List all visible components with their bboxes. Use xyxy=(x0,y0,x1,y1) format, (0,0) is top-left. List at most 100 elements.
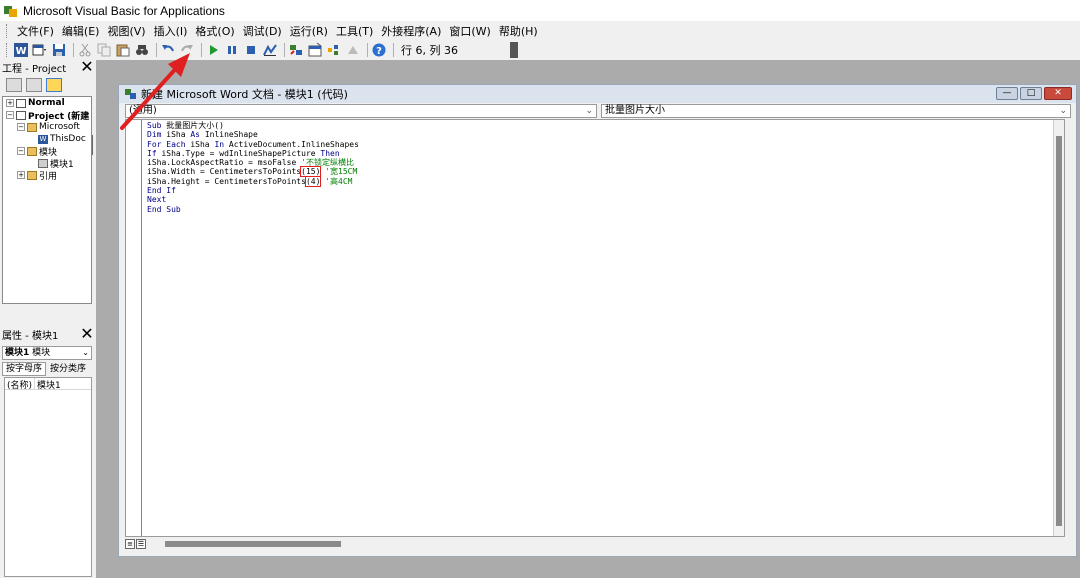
project-explorer-icon[interactable] xyxy=(288,42,304,58)
collapse-icon[interactable]: − xyxy=(6,111,14,119)
maximize-button[interactable]: □ xyxy=(1020,87,1042,100)
full-module-view-icon[interactable]: ☰ xyxy=(136,539,146,549)
expand-icon[interactable]: + xyxy=(6,99,14,107)
tab-categorized[interactable]: 按分类序 xyxy=(46,362,90,376)
code-editor[interactable]: Sub 批量图片大小() Dim iSha As InlineShape For E… xyxy=(125,119,1065,537)
insert-module-icon[interactable] xyxy=(32,42,48,58)
toolbar-separator xyxy=(201,42,202,57)
word-document-icon: W xyxy=(38,134,48,144)
menu-bar: 文件(F) 编辑(E) 视图(V) 插入(I) 格式(O) 调试(D) 运行(R… xyxy=(0,21,1080,40)
menu-help[interactable]: 帮助(H) xyxy=(495,23,542,39)
code-keyword: In xyxy=(214,139,225,149)
tree-item[interactable]: − 模块 xyxy=(3,145,91,158)
procedure-combo[interactable]: 批量图片大小 ⌄ xyxy=(601,104,1071,118)
toolbar-overflow-handle[interactable] xyxy=(510,42,518,58)
svg-text:W: W xyxy=(15,46,26,57)
tree-item[interactable]: − Microsoft xyxy=(3,121,91,133)
code-keyword: If xyxy=(147,148,157,158)
collapse-icon[interactable]: − xyxy=(17,123,25,131)
code-line[interactable]: End If xyxy=(147,186,359,195)
svg-text:?: ? xyxy=(376,46,382,57)
menu-format[interactable]: 格式(O) xyxy=(191,23,238,39)
chevron-down-icon: ⌄ xyxy=(1059,106,1067,116)
tree-item[interactable]: − Project (新建 xyxy=(3,109,91,122)
tree-item[interactable]: + 引用 xyxy=(3,169,91,182)
design-mode-icon[interactable] xyxy=(262,42,278,58)
tree-item[interactable]: W ThisDoc xyxy=(3,133,91,145)
code-window-titlebar: 新建 Microsoft Word 文档 - 模块1 (代码) — □ ✕ xyxy=(119,85,1076,103)
code-comment: '高4CM xyxy=(325,176,353,186)
margin-indicator-bar[interactable] xyxy=(126,120,142,536)
tree-item-label: Normal xyxy=(28,98,65,108)
project-panel-toolbar xyxy=(0,75,94,95)
module-icon xyxy=(38,158,48,168)
menu-tools[interactable]: 工具(T) xyxy=(332,23,377,39)
properties-panel-close-button[interactable]: ✕ xyxy=(80,326,94,342)
copy-icon[interactable] xyxy=(96,42,112,58)
code-line[interactable]: Dim iSha As InlineShape xyxy=(147,130,359,139)
break-icon[interactable] xyxy=(224,42,240,58)
vba-app-icon xyxy=(4,4,18,18)
find-icon[interactable] xyxy=(134,42,150,58)
menu-file[interactable]: 文件(F) xyxy=(13,23,58,39)
expand-icon[interactable]: + xyxy=(17,171,25,179)
code-text[interactable]: Sub 批量图片大小() Dim iSha As InlineShape For E… xyxy=(147,121,359,214)
help-icon[interactable]: ? xyxy=(371,42,387,58)
cut-icon[interactable] xyxy=(77,42,93,58)
toolbox-icon[interactable] xyxy=(345,42,361,58)
object-select[interactable]: 模块1 模块 ⌄ xyxy=(2,346,92,360)
project-panel-close-button[interactable]: ✕ xyxy=(80,59,94,75)
properties-panel-titlebar: 属性 - 模块1 ✕ xyxy=(0,326,94,342)
object-combo[interactable]: (通用) ⌄ xyxy=(125,104,597,118)
code-line[interactable]: If iSha.Type = wdInlineShapePicture Then xyxy=(147,149,359,158)
code-line[interactable]: Sub 批量图片大小() xyxy=(147,121,359,130)
tab-alphabetic[interactable]: 按字母序 xyxy=(2,362,47,376)
code-line[interactable]: iSha.Width = CentimetersToPoints(15) '宽1… xyxy=(147,166,359,178)
code-line[interactable]: For Each iSha In ActiveDocument.InlineSh… xyxy=(147,140,359,149)
code-line[interactable]: iSha.Height = CentimetersToPoints(4) '高4… xyxy=(147,175,359,187)
tree-item[interactable]: + Normal xyxy=(3,97,91,109)
reset-icon[interactable] xyxy=(243,42,259,58)
code-line[interactable]: End Sub xyxy=(147,205,359,214)
code-comment: '宽15CM xyxy=(325,167,358,177)
menu-insert[interactable]: 插入(I) xyxy=(150,23,192,39)
minimize-button[interactable]: — xyxy=(996,87,1018,100)
run-icon[interactable] xyxy=(205,42,221,58)
toolbar-separator xyxy=(156,42,157,57)
menu-view[interactable]: 视图(V) xyxy=(103,23,149,39)
close-button[interactable]: ✕ xyxy=(1044,87,1072,100)
code-token: ActiveDocument.InlineShapes xyxy=(224,139,359,149)
toggle-folders-icon[interactable] xyxy=(46,78,62,92)
menu-addins[interactable]: 外接程序(A) xyxy=(377,23,445,39)
redo-icon[interactable] xyxy=(179,42,195,58)
procedure-view-icon[interactable]: ≡ xyxy=(125,539,135,549)
collapse-icon[interactable]: − xyxy=(17,147,25,155)
toolbar-grip[interactable] xyxy=(6,42,9,57)
tree-item-label: ThisDoc xyxy=(50,134,86,144)
menu-run[interactable]: 运行(R) xyxy=(286,23,332,39)
horizontal-scroll-thumb[interactable] xyxy=(165,541,341,547)
undo-icon[interactable] xyxy=(160,42,176,58)
properties-icon[interactable] xyxy=(307,42,323,58)
save-icon[interactable] xyxy=(51,42,67,58)
vertical-scrollbar[interactable] xyxy=(1053,120,1064,536)
word-icon[interactable]: W xyxy=(13,42,29,58)
object-browser-icon[interactable] xyxy=(326,42,342,58)
code-token: 批量图片大小() xyxy=(161,121,224,130)
property-value[interactable]: 模块1 xyxy=(35,378,61,391)
code-line[interactable]: Next xyxy=(147,195,359,204)
project-tree: + Normal − Project (新建 − Microsoft W ThisDoc − 模块… xyxy=(2,96,92,304)
menu-window[interactable]: 窗口(W) xyxy=(445,23,494,39)
tree-item-label: Project (新建 xyxy=(28,111,90,122)
code-comment: '不锁定纵横比 xyxy=(301,158,354,168)
menubar-grip[interactable] xyxy=(6,23,9,38)
standard-toolbar: W ? 行 6, 列 36 xyxy=(0,40,520,59)
menu-debug[interactable]: 调试(D) xyxy=(239,23,286,39)
view-object-icon[interactable] xyxy=(26,78,42,92)
paste-icon[interactable] xyxy=(115,42,131,58)
menu-edit[interactable]: 编辑(E) xyxy=(58,23,104,39)
vertical-scroll-thumb[interactable] xyxy=(1056,136,1062,526)
property-row[interactable]: (名称) 模块1 xyxy=(5,378,91,391)
tree-item[interactable]: 模块1 xyxy=(3,157,91,170)
view-code-icon[interactable] xyxy=(6,78,22,92)
